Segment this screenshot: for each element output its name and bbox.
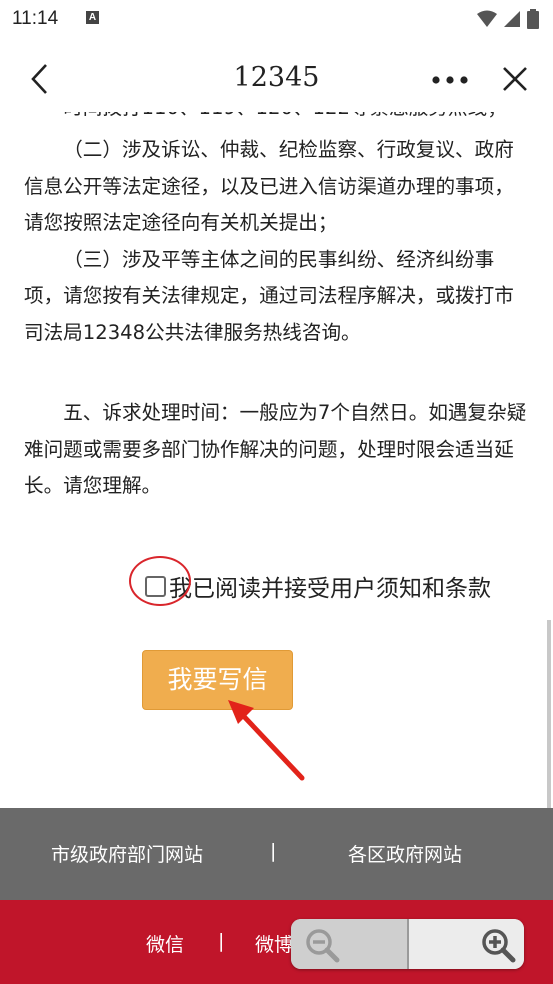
write-letter-button[interactable]: 我要写信 (142, 650, 293, 710)
notification-a-icon: A (86, 11, 99, 24)
zoom-controls (291, 919, 524, 969)
agree-checkbox[interactable] (145, 575, 166, 597)
status-time: 11:14 (12, 8, 59, 29)
notice-paragraph-3: （三）涉及平等主体之间的民事纠纷、经济纠纷事项，请您按有关法律规定，通过司法程序… (24, 247, 514, 344)
battery-icon (527, 9, 539, 29)
footer-separator: | (270, 840, 277, 862)
signal-icon (504, 11, 520, 27)
status-bar: 11:14 A (0, 0, 553, 38)
city-departments-link[interactable]: 市级政府部门网站 (51, 840, 203, 867)
zoom-in-icon (481, 929, 515, 963)
footer-separator: | (218, 930, 225, 952)
status-icons (477, 9, 539, 29)
back-arrow-icon[interactable] (24, 62, 58, 96)
more-dots-icon[interactable] (430, 74, 470, 86)
wechat-link[interactable]: 微信 (146, 930, 184, 957)
agree-label[interactable]: 我已阅读并接受用户须知和条款 (169, 569, 491, 603)
notice-content: 时间拨打110、119、120、122等紧急服务热线； （二）涉及诉讼、仲裁、纪… (24, 112, 529, 505)
agree-row: 我已阅读并接受用户须知和条款 (145, 568, 491, 604)
footer-gov-links: 市级政府部门网站 | 各区政府网站 (0, 808, 553, 900)
nav-bar: 12345 (0, 38, 553, 120)
close-icon[interactable] (500, 64, 530, 94)
weibo-link[interactable]: 微博 (255, 930, 293, 957)
zoom-out-icon (306, 929, 340, 963)
page-title: 12345 (233, 62, 320, 93)
notice-paragraph-5: 五、诉求处理时间：一般应为7个自然日。如遇复杂疑难问题或需要多部门协作解决的问题… (24, 401, 527, 497)
zoom-out-button[interactable] (291, 919, 407, 969)
wifi-icon (477, 10, 497, 27)
notice-paragraph-2: （二）涉及诉讼、仲裁、纪检监察、行政复议、政府信息公开等法定途径，以及已进入信访… (24, 138, 514, 234)
clipped-text-line: 时间拨打110、119、120、122等紧急服务热线； (24, 112, 529, 132)
district-sites-link[interactable]: 各区政府网站 (348, 840, 462, 867)
zoom-in-button[interactable] (406, 919, 524, 969)
